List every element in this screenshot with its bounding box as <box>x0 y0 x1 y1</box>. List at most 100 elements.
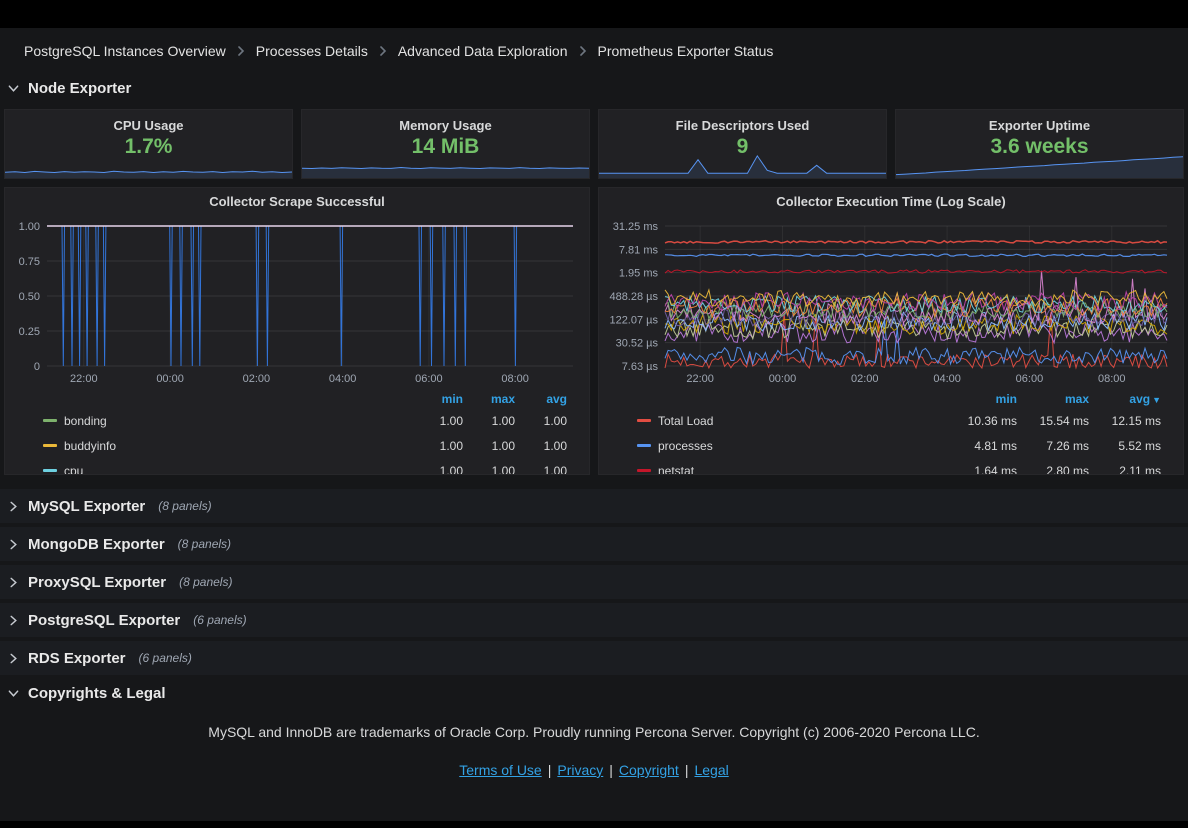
panel-count: (8 panels) <box>179 575 232 589</box>
legend-row: cpu 1.00 1.00 1.00 <box>43 458 567 475</box>
svg-text:7.81 ms: 7.81 ms <box>619 244 659 256</box>
link-copyright[interactable]: Copyright <box>619 762 679 778</box>
legend-max-value: 7.26 ms <box>1017 439 1089 453</box>
section-title: MySQL Exporter <box>28 498 145 515</box>
scrape-chart-plot[interactable]: 1.000.750.500.25022:0000:0002:0004:0006:… <box>13 216 583 388</box>
legend-min-value: 1.00 <box>411 439 463 453</box>
legend-avg-value: 1.00 <box>515 464 567 476</box>
legend-series-toggle[interactable]: netstat <box>637 464 945 476</box>
svg-text:00:00: 00:00 <box>156 373 184 385</box>
legend-series-toggle[interactable]: processes <box>637 439 945 453</box>
stat-panel-cpu-usage: CPU Usage 1.7% <box>4 109 293 179</box>
link-terms-of-use[interactable]: Terms of Use <box>459 762 541 778</box>
breadcrumb-item-processes-details[interactable]: Processes Details <box>256 43 368 59</box>
legal-links: Terms of Use | Privacy | Copyright | Legal <box>0 762 1188 778</box>
section-node-exporter[interactable]: Node Exporter <box>0 74 1188 103</box>
legend: min max avg▼ Total Load 10.36 ms 15.54 m… <box>607 388 1175 475</box>
panel-title[interactable]: Exporter Uptime <box>896 110 1183 133</box>
top-bar <box>0 0 1188 28</box>
breadcrumb-item-advanced-data-exploration[interactable]: Advanced Data Exploration <box>398 43 568 59</box>
svg-text:0.75: 0.75 <box>19 256 40 268</box>
svg-text:08:00: 08:00 <box>1098 373 1126 385</box>
link-legal[interactable]: Legal <box>694 762 728 778</box>
series-name: Total Load <box>658 414 713 428</box>
legend-sort-avg[interactable]: avg▼ <box>1089 392 1161 406</box>
separator: | <box>685 762 689 778</box>
execution-time-chart-plot[interactable]: 31.25 ms7.81 ms1.95 ms488.28 µs122.07 µs… <box>607 216 1177 388</box>
stat-panel-file-descriptors: File Descriptors Used 9 <box>598 109 887 179</box>
chevron-down-icon <box>8 688 19 699</box>
svg-text:0.50: 0.50 <box>19 291 40 303</box>
panel-title[interactable]: File Descriptors Used <box>599 110 886 133</box>
chevron-right-icon <box>8 501 19 512</box>
panel-count: (8 panels) <box>158 499 211 513</box>
legend-row: buddyinfo 1.00 1.00 1.00 <box>43 433 567 458</box>
panel-count: (8 panels) <box>178 537 231 551</box>
legend-min-value: 1.00 <box>411 464 463 476</box>
chevron-right-icon <box>8 615 19 626</box>
legend: min max avg bonding 1.00 1.00 1.00 buddy… <box>13 388 581 475</box>
section-rds-exporter[interactable]: RDS Exporter (6 panels) <box>0 641 1188 675</box>
legend-min-value: 1.64 ms <box>945 464 1017 476</box>
legend-sort-max[interactable]: max <box>1017 392 1089 406</box>
section-title: MongoDB Exporter <box>28 536 165 553</box>
svg-text:08:00: 08:00 <box>501 373 529 385</box>
section-mysql-exporter[interactable]: MySQL Exporter (8 panels) <box>0 489 1188 523</box>
panel-title[interactable]: Collector Scrape Successful <box>13 194 581 216</box>
legend-sort-max[interactable]: max <box>463 392 515 406</box>
sort-caret-icon: ▼ <box>1152 395 1161 405</box>
legend-row: netstat 1.64 ms 2.80 ms 2.11 ms <box>637 458 1161 475</box>
svg-text:06:00: 06:00 <box>1016 373 1044 385</box>
breadcrumb: PostgreSQL Instances Overview Processes … <box>0 28 1188 72</box>
legend-series-toggle[interactable]: bonding <box>43 414 411 428</box>
series-name: netstat <box>658 464 694 476</box>
series-name: buddyinfo <box>64 439 116 453</box>
link-privacy[interactable]: Privacy <box>557 762 603 778</box>
section-postgresql-exporter[interactable]: PostgreSQL Exporter (6 panels) <box>0 603 1188 637</box>
svg-text:06:00: 06:00 <box>415 373 443 385</box>
legend-sort-min[interactable]: min <box>945 392 1017 406</box>
collapsed-sections: MySQL Exporter (8 panels) MongoDB Export… <box>0 489 1188 675</box>
legend-sort-min[interactable]: min <box>411 392 463 406</box>
panel-title[interactable]: Memory Usage <box>302 110 589 133</box>
legend-sort-avg-label: avg <box>1129 392 1150 406</box>
chevron-right-icon <box>8 653 19 664</box>
legend-series-toggle[interactable]: Total Load <box>637 414 945 428</box>
section-copyrights-legal[interactable]: Copyrights & Legal <box>0 679 1188 708</box>
series-name: cpu <box>64 464 83 476</box>
legal-text: MySQL and InnoDB are trademarks of Oracl… <box>0 724 1188 740</box>
svg-text:30.52 µs: 30.52 µs <box>616 338 659 350</box>
chevron-right-icon <box>578 46 588 56</box>
separator: | <box>548 762 552 778</box>
stat-value: 3.6 weeks <box>896 135 1183 159</box>
stat-value: 9 <box>599 135 886 159</box>
section-mongodb-exporter[interactable]: MongoDB Exporter (8 panels) <box>0 527 1188 561</box>
separator: | <box>609 762 613 778</box>
svg-text:0: 0 <box>34 361 40 373</box>
svg-text:00:00: 00:00 <box>769 373 797 385</box>
section-proxysql-exporter[interactable]: ProxySQL Exporter (8 panels) <box>0 565 1188 599</box>
legend-series-toggle[interactable]: buddyinfo <box>43 439 411 453</box>
bottom-bar <box>0 821 1188 828</box>
legend-series-toggle[interactable]: cpu <box>43 464 411 476</box>
breadcrumb-item-instances-overview[interactable]: PostgreSQL Instances Overview <box>24 43 226 59</box>
panel-title[interactable]: Collector Execution Time (Log Scale) <box>607 194 1175 216</box>
panel-collector-scrape-successful: Collector Scrape Successful 1.00 0.75 0.50… <box>4 187 590 475</box>
section-title: Copyrights & Legal <box>28 685 166 702</box>
panel-title[interactable]: CPU Usage <box>5 110 292 133</box>
legend-min-value: 4.81 ms <box>945 439 1017 453</box>
legend-max-value: 2.80 ms <box>1017 464 1089 476</box>
legend-max-value: 1.00 <box>463 439 515 453</box>
chevron-right-icon <box>8 577 19 588</box>
svg-text:488.28 µs: 488.28 µs <box>609 291 658 303</box>
legal-panel: MySQL and InnoDB are trademarks of Oracl… <box>0 724 1188 778</box>
series-color-icon <box>637 444 651 447</box>
panel-count: (6 panels) <box>139 651 192 665</box>
series-name: processes <box>658 439 713 453</box>
stat-panel-memory-usage: Memory Usage 14 MiB <box>301 109 590 179</box>
svg-text:0.25: 0.25 <box>19 326 40 338</box>
legend-sort-avg[interactable]: avg <box>515 392 567 406</box>
stat-value: 14 MiB <box>302 135 589 159</box>
section-title: ProxySQL Exporter <box>28 574 166 591</box>
legend-max-value: 15.54 ms <box>1017 414 1089 428</box>
